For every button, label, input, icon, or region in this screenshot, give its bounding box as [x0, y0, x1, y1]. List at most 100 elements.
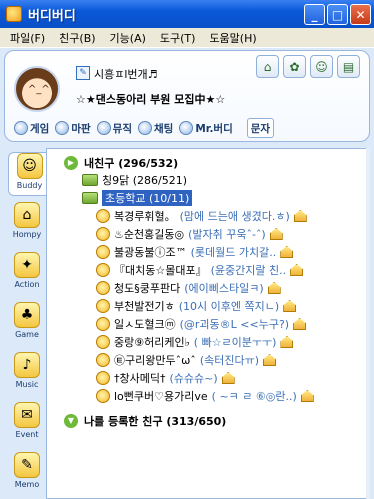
friend-row[interactable]: 『대치동☆몰대포』 (윤중간지랄 친.. — [96, 261, 304, 279]
friend-row[interactable]: ♨순천홍길동◎ (발자취 꾸욱ˆ-ˆ) — [96, 225, 283, 243]
home-icon[interactable]: ⌂ — [256, 55, 279, 78]
friend-message: (윤중간지랄 친.. — [210, 264, 287, 277]
registered-me-header[interactable]: ▼ 나를 등록한 친구 (313/650) — [64, 412, 226, 430]
mapan-label: 마판 — [71, 122, 91, 135]
friend-name: 복경루휘혈。 — [114, 210, 176, 223]
game-button[interactable]: 게임 — [14, 118, 49, 138]
mr-buddy-button[interactable]: Mr.버디 — [179, 118, 233, 138]
friend-message: ( ~ㅋ ㄹ ⑥◎란..) — [211, 390, 297, 403]
minimize-button[interactable]: _ — [304, 4, 325, 25]
game-icon — [14, 121, 28, 135]
home-icon[interactable] — [263, 354, 276, 366]
game-label: 게임 — [30, 122, 50, 135]
home-icon[interactable] — [280, 336, 294, 348]
memo-icon[interactable]: ▤ — [337, 55, 360, 78]
friend-row[interactable]: lo뻔쿠버♡용가리ve ( ~ㅋ ㄹ ⑥◎란..) — [96, 387, 314, 405]
chat-label: 채팅 — [153, 122, 174, 135]
sms-label: 문자 — [250, 122, 271, 135]
expand-arrow-icon: ▼ — [64, 414, 78, 428]
mapan-icon — [55, 121, 70, 135]
sidebar-item-event[interactable]: ✉ Event — [8, 402, 46, 446]
avatar-face: ^_^ — [28, 84, 50, 95]
home-icon[interactable] — [300, 390, 314, 402]
group-row[interactable]: 칭9닭 (286/521) — [82, 171, 187, 189]
quick-bar: 게임 마판 뮤직 채팅 Mr.버디 문자 — [14, 118, 275, 138]
window-title: 버디버디 — [28, 8, 76, 24]
status-message[interactable]: ☆★댄스동아리 부원 모집中★☆ — [76, 91, 225, 107]
home-icon[interactable] — [280, 246, 294, 258]
sidebar-label-action: Action — [14, 280, 40, 289]
mapan-button[interactable]: 마판 — [55, 118, 91, 138]
friend-row[interactable]: ㉫구리왕만두ˆωˆ (속터진다ㅠ) — [96, 351, 276, 369]
game-sidebar-icon: ♣ — [14, 302, 40, 328]
buddy-status-icon — [96, 245, 110, 259]
registered-me-label: 나를 등록한 친구 (313/650) — [84, 415, 227, 428]
action-icon: ✦ — [14, 252, 40, 278]
sidebar-label-buddy: Buddy — [16, 181, 43, 190]
buddy-status-icon — [96, 371, 110, 385]
friend-row[interactable]: 중랑⑨허리케인♭ ( 빠☆ㄹ이분ㅜㅜ) — [96, 333, 294, 351]
sidebar: ☺ Buddy ⌂ Hompy ✦ Action ♣ Game ♪ Music … — [4, 150, 50, 499]
friend-name: †창사메딕† — [114, 372, 166, 385]
sidebar-item-hompy[interactable]: ⌂ Hompy — [8, 202, 46, 246]
menu-file[interactable]: 파일(F) — [8, 30, 47, 46]
close-button[interactable]: ✕ — [350, 4, 371, 25]
friend-row[interactable]: 불광동불ⓘ조™ (롯데월드 가치갈.. — [96, 243, 294, 261]
buddy-status-icon — [96, 227, 110, 241]
app-icon — [6, 6, 22, 22]
home-icon[interactable] — [290, 264, 304, 276]
home-icon[interactable] — [293, 210, 307, 222]
menu-function[interactable]: 기능(A) — [108, 30, 148, 46]
home-icon[interactable] — [293, 318, 307, 330]
event-icon: ✉ — [14, 402, 40, 428]
sidebar-label-music: Music — [15, 380, 39, 389]
home-icon[interactable] — [267, 282, 281, 294]
menu-tools[interactable]: 도구(T) — [158, 30, 198, 46]
friend-name: 불광동불ⓘ조™ — [114, 246, 187, 259]
group-row-selected[interactable]: 초등학교 (10/11) — [82, 189, 193, 207]
friend-message: (에이삐스타일ㅋ) — [184, 282, 264, 295]
friend-message: (속터진다ㅠ) — [199, 354, 259, 367]
sidebar-item-music[interactable]: ♪ Music — [8, 352, 46, 396]
friend-name: 『대치동☆몰대포』 — [114, 264, 207, 277]
nickname[interactable]: 시흥ㅍl번개♬ — [94, 66, 158, 82]
sms-button[interactable]: 문자 — [246, 118, 275, 138]
friend-message: ( 빠☆ㄹ이분ㅜㅜ) — [193, 336, 277, 349]
music-label: 뮤직 — [112, 122, 132, 135]
my-friends-header[interactable]: ▶ 내친구 (296/532) — [64, 154, 178, 172]
chat-button[interactable]: 채팅 — [137, 118, 174, 138]
friend-row[interactable]: 복경루휘혈。 (맘에 드는애 생겼다.ㅎ) — [96, 207, 307, 225]
home-icon[interactable] — [221, 372, 235, 384]
home-icon[interactable] — [283, 300, 297, 312]
menu-help[interactable]: 도움말(H) — [207, 30, 258, 46]
person-icon[interactable]: ☺ — [310, 55, 333, 78]
group-label: 칭9닭 (286/521) — [102, 174, 188, 187]
friend-name: lo뻔쿠버♡용가리ve — [114, 390, 208, 403]
mr-buddy-icon — [179, 121, 194, 135]
friend-row[interactable]: 일ㅅ도혈크ⓜ (@r괴동®L <<누구?) — [96, 315, 307, 333]
sidebar-item-action[interactable]: ✦ Action — [8, 252, 46, 296]
scrollbar[interactable] — [366, 148, 370, 499]
friend-message: (맘에 드는애 생겼다.ㅎ) — [179, 210, 290, 223]
friend-row[interactable]: †창사메딕† (슈슈슈~) — [96, 369, 235, 387]
buddy-status-icon — [96, 353, 110, 367]
maximize-button[interactable]: □ — [327, 4, 348, 25]
music-icon — [96, 121, 111, 135]
memo-sidebar-icon: ✎ — [14, 452, 40, 478]
sidebar-item-memo[interactable]: ✎ Memo — [8, 452, 46, 496]
friend-row[interactable]: 부천발전기ㅎ (10시 이후엔 쪽지ㄴ) — [96, 297, 297, 315]
buddy-status-icon — [96, 317, 110, 331]
buddy-status-icon — [96, 299, 110, 313]
friend-message: (@r괴동®L <<누구?) — [179, 318, 290, 331]
sidebar-item-buddy[interactable]: ☺ Buddy — [8, 152, 50, 196]
music-sidebar-icon: ♪ — [14, 352, 40, 378]
profile-edit-icon[interactable]: ✎ — [76, 66, 90, 80]
settings-icon[interactable]: ✿ — [283, 55, 306, 78]
friend-row[interactable]: 청도§쿵푸판다 (에이삐스타일ㅋ) — [96, 279, 281, 297]
music-button[interactable]: 뮤직 — [96, 118, 132, 138]
sidebar-item-game[interactable]: ♣ Game — [8, 302, 46, 346]
hompy-icon: ⌂ — [14, 202, 40, 228]
home-icon[interactable] — [269, 228, 283, 240]
menu-friend[interactable]: 친구(B) — [57, 30, 97, 46]
menu-bar: 파일(F) 친구(B) 기능(A) 도구(T) 도움말(H) — [0, 28, 374, 48]
